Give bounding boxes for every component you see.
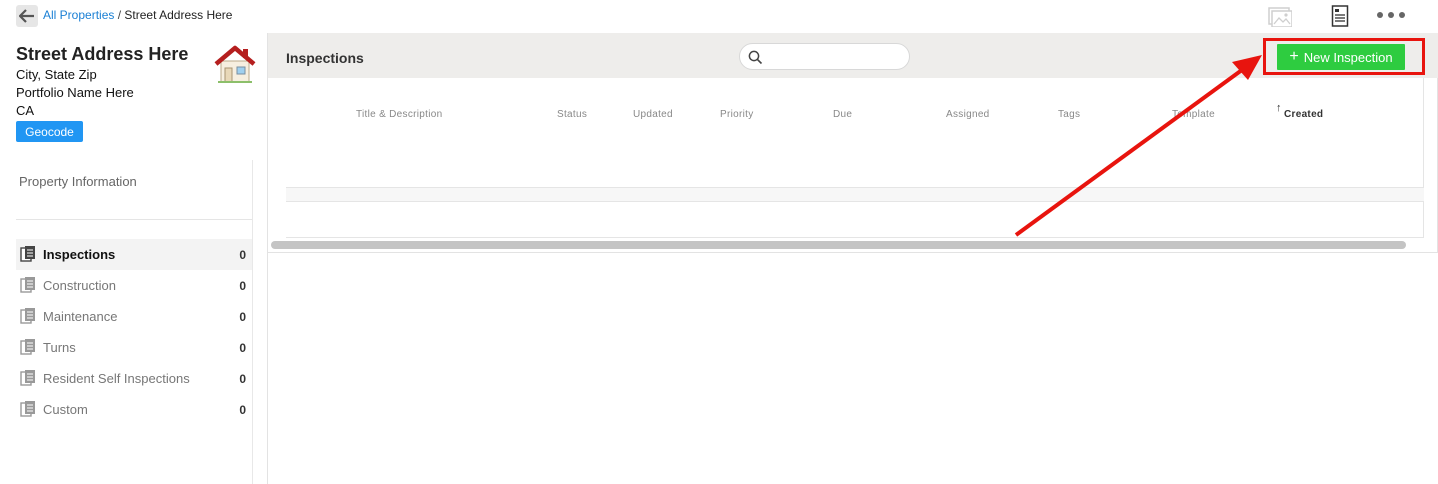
breadcrumb-link-all-properties[interactable]: All Properties	[43, 8, 114, 22]
column-header-template[interactable]: Template	[1172, 109, 1215, 120]
sidebar-item-count: 0	[239, 247, 246, 262]
geocode-button[interactable]: Geocode	[16, 121, 83, 142]
search-icon	[748, 50, 763, 65]
column-header-status[interactable]: Status	[557, 109, 587, 120]
column-header-title-description[interactable]: Title & Description	[356, 109, 442, 120]
sidebar-item-label: Maintenance	[43, 309, 118, 324]
sort-ascending-icon: ↑	[1276, 102, 1282, 114]
sidebar-item-custom[interactable]: Custom 0	[16, 394, 252, 425]
sidebar-item-label: Turns	[43, 340, 76, 355]
documents-icon	[20, 370, 35, 386]
breadcrumb: All Properties / Street Address Here	[43, 8, 232, 22]
sidebar-item-construction[interactable]: Construction 0	[16, 270, 252, 301]
sidebar-item-count: 0	[239, 402, 246, 417]
arrow-left-icon	[19, 9, 34, 23]
column-header-updated[interactable]: Updated	[633, 109, 673, 120]
sidebar-item-maintenance[interactable]: Maintenance 0	[16, 301, 252, 332]
column-header-created[interactable]: Created	[1284, 109, 1323, 120]
image-icon	[1268, 7, 1293, 28]
document-list-icon	[1331, 5, 1349, 27]
column-header-due[interactable]: Due	[833, 109, 852, 120]
sidebar-item-count: 0	[239, 340, 246, 355]
sidebar-item-turns[interactable]: Turns 0	[16, 332, 252, 363]
breadcrumb-separator: /	[117, 8, 122, 22]
property-portfolio: Portfolio Name Here	[16, 85, 134, 100]
search-box[interactable]	[739, 43, 910, 70]
search-input[interactable]	[768, 47, 904, 66]
breadcrumb-current: Street Address Here	[124, 8, 233, 22]
report-button[interactable]	[1331, 5, 1349, 32]
property-title: Street Address Here	[16, 44, 189, 64]
table-row	[286, 188, 1424, 202]
back-button[interactable]	[16, 5, 38, 27]
sidebar-item-count: 0	[239, 309, 246, 324]
documents-icon	[20, 401, 35, 417]
sidebar-item-inspections[interactable]: Inspections 0	[16, 239, 252, 270]
property-city-line: City, State Zip	[16, 67, 97, 82]
sidebar-item-label: Custom	[43, 402, 88, 417]
table-header-row: Title & Description Status Updated Prior…	[268, 93, 1438, 123]
column-header-assigned[interactable]: Assigned	[946, 109, 990, 120]
documents-icon	[20, 277, 35, 293]
property-state: CA	[16, 103, 35, 118]
column-header-priority[interactable]: Priority	[720, 109, 754, 120]
table-bottom-border	[286, 237, 1424, 238]
sidebar-separator	[16, 219, 252, 220]
photos-button[interactable]	[1268, 5, 1293, 32]
property-photo[interactable]	[214, 44, 256, 89]
house-icon	[214, 45, 256, 83]
more-options-button[interactable]	[1376, 8, 1406, 27]
documents-icon	[20, 308, 35, 324]
sidebar-item-label: Construction	[43, 278, 116, 293]
top-bar: All Properties / Street Address Here	[0, 0, 1438, 32]
documents-icon	[20, 339, 35, 355]
more-horizontal-icon	[1377, 12, 1405, 18]
sidebar-item-count: 0	[239, 278, 246, 293]
sidebar-item-resident-self-inspections[interactable]: Resident Self Inspections 0	[16, 363, 252, 394]
sidebar-nav: Inspections 0 Construction 0 Maintenance…	[16, 239, 252, 425]
sidebar-item-label: Inspections	[43, 247, 116, 262]
sidebar-item-label: Resident Self Inspections	[43, 371, 190, 386]
panel-title: Inspections	[286, 50, 364, 66]
sidebar-item-count: 0	[239, 371, 246, 386]
sidebar-divider	[252, 160, 253, 484]
documents-icon	[20, 246, 35, 262]
sidebar-item-property-information[interactable]: Property Information	[19, 174, 137, 189]
annotation-highlight-box	[1263, 38, 1425, 75]
column-header-tags[interactable]: Tags	[1058, 109, 1080, 120]
horizontal-scrollbar[interactable]	[271, 241, 1406, 249]
